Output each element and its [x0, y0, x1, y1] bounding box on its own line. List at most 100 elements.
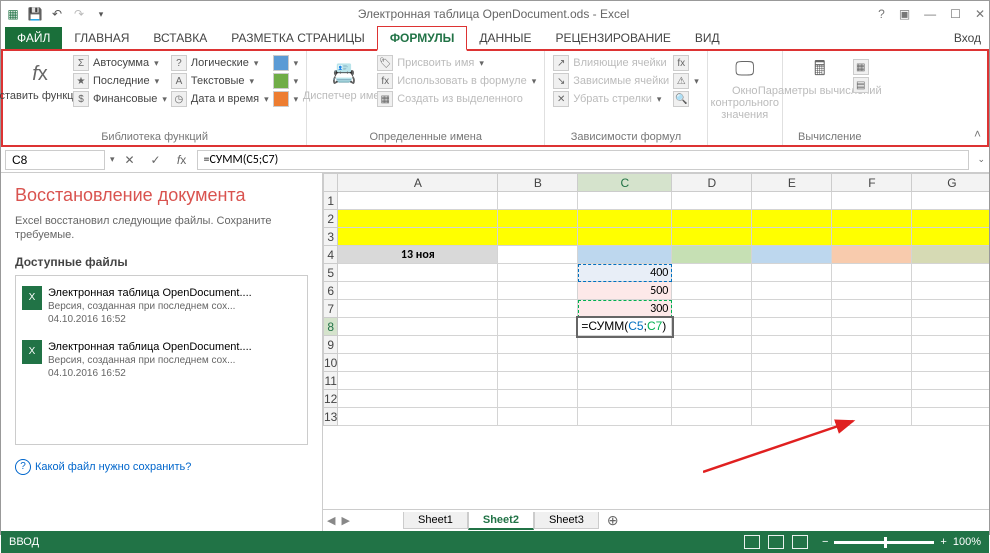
create-from-selection-button: ▦Создать из выделенного: [377, 91, 536, 107]
row-header[interactable]: 10: [324, 354, 338, 372]
minimize-icon[interactable]: —: [924, 7, 936, 21]
help-icon[interactable]: ?: [878, 7, 885, 21]
use-in-formula-button: fxИспользовать в формуле▾: [377, 73, 536, 89]
ribbon-options-icon[interactable]: ▣: [899, 7, 910, 21]
row-header[interactable]: 7: [324, 300, 338, 318]
cell-mode: ВВОД: [9, 536, 39, 548]
tab-data[interactable]: ДАННЫЕ: [467, 27, 543, 49]
datetime-button[interactable]: ◷Дата и время▾: [171, 91, 269, 107]
row-header[interactable]: 8: [324, 318, 338, 336]
sheet-tab[interactable]: Sheet1: [403, 512, 468, 529]
cell-c6[interactable]: 500: [578, 282, 672, 300]
logical-icon: ?: [171, 55, 187, 71]
row-header[interactable]: 4: [324, 246, 338, 264]
clock-icon: ◷: [171, 91, 187, 107]
col-header-e[interactable]: E: [752, 174, 832, 192]
save-icon[interactable]: 💾: [27, 6, 43, 22]
chevron-down-icon: ▾: [294, 58, 299, 69]
cell-a4[interactable]: 13 ноя: [338, 246, 498, 264]
recent-button[interactable]: ★Последние▾: [73, 73, 167, 89]
window-controls: ? ▣ — ☐ ✕: [878, 7, 985, 21]
col-header-c[interactable]: C: [578, 174, 672, 192]
zoom-out-icon[interactable]: −: [822, 536, 828, 548]
name-box[interactable]: C8: [5, 150, 105, 170]
chevron-down-icon: ▾: [155, 76, 160, 87]
zoom-level[interactable]: 100%: [953, 536, 981, 548]
col-header-d[interactable]: D: [672, 174, 752, 192]
grid[interactable]: A B C D E F G 1 2 3 413 ноя 5 400 6 500 7 3…: [323, 173, 989, 509]
chevron-down-icon: ▾: [264, 94, 269, 105]
collapse-ribbon-icon[interactable]: ˄: [974, 127, 981, 141]
col-header-f[interactable]: F: [832, 174, 912, 192]
text-button[interactable]: AТекстовые▾: [171, 73, 269, 89]
insert-function-button[interactable]: fx Вставить функцию: [11, 60, 69, 102]
math-icon: [273, 73, 289, 89]
watch-icon: 🖵: [731, 55, 759, 83]
financial-icon: $: [73, 91, 89, 107]
recovery-file-list: X Электронная таблица OpenDocument.... В…: [15, 275, 308, 445]
expand-formula-bar-icon[interactable]: ⌄: [977, 154, 985, 165]
tab-insert[interactable]: ВСТАВКА: [141, 27, 219, 49]
zoom-slider[interactable]: − + 100%: [822, 536, 981, 548]
cancel-button[interactable]: ✕: [119, 153, 141, 167]
namebox-dropdown-icon[interactable]: ▾: [110, 154, 115, 165]
select-all-corner[interactable]: [324, 174, 338, 192]
show-formulas-button: fx: [673, 55, 699, 71]
cell-c5[interactable]: 400: [578, 264, 672, 282]
chevron-down-icon: ▾: [154, 58, 159, 69]
formula-input[interactable]: =СУММ(C5;C7): [197, 150, 970, 170]
normal-view-icon[interactable]: [744, 535, 760, 549]
redo-icon[interactable]: ↷: [71, 6, 87, 22]
financial-button[interactable]: $Финансовые▾: [73, 91, 167, 107]
row-header[interactable]: 3: [324, 228, 338, 246]
row-header[interactable]: 1: [324, 192, 338, 210]
sign-in[interactable]: Вход: [946, 27, 989, 49]
lookup-button[interactable]: ▾: [273, 55, 299, 71]
sheet-nav[interactable]: ◀▶: [327, 514, 350, 527]
tab-home[interactable]: ГЛАВНАЯ: [62, 27, 141, 49]
enter-button[interactable]: ✓: [145, 153, 167, 167]
more-functions-button[interactable]: ▾: [273, 91, 299, 107]
col-header-g[interactable]: G: [912, 174, 989, 192]
recovery-file-item[interactable]: X Электронная таблица OpenDocument.... В…: [20, 282, 303, 336]
group-label: Определенные имена: [315, 129, 536, 143]
tab-review[interactable]: РЕЦЕНЗИРОВАНИЕ: [544, 27, 683, 49]
autosum-button[interactable]: ΣАвтосумма▾: [73, 55, 167, 71]
page-break-view-icon[interactable]: [792, 535, 808, 549]
tab-file[interactable]: ФАЙЛ: [5, 27, 62, 49]
tab-view[interactable]: ВИД: [683, 27, 732, 49]
row-header[interactable]: 12: [324, 390, 338, 408]
row-header[interactable]: 9: [324, 336, 338, 354]
cell-c7[interactable]: 300: [578, 300, 672, 318]
sheet-tab[interactable]: Sheet2: [468, 512, 534, 530]
chevron-down-icon: ▾: [249, 76, 254, 87]
group-label: Зависимости формул: [553, 129, 698, 143]
row-header[interactable]: 6: [324, 282, 338, 300]
math-button[interactable]: ▾: [273, 73, 299, 89]
sheet-tab[interactable]: Sheet3: [534, 512, 599, 529]
recovery-description: Excel восстановил следующие файлы. Сохра…: [15, 214, 308, 243]
undo-icon[interactable]: ↶: [49, 6, 65, 22]
next-sheet-icon[interactable]: ▶: [341, 514, 349, 527]
zoom-in-icon[interactable]: +: [940, 536, 946, 548]
row-header[interactable]: 5: [324, 264, 338, 282]
logical-button[interactable]: ?Логические▾: [171, 55, 269, 71]
row-header[interactable]: 13: [324, 408, 338, 426]
fx-button[interactable]: fx: [171, 153, 193, 167]
maximize-icon[interactable]: ☐: [950, 7, 961, 21]
tab-formulas[interactable]: ФОРМУЛЫ: [377, 26, 468, 51]
recovery-file-item[interactable]: X Электронная таблица OpenDocument.... В…: [20, 336, 303, 390]
recovery-help-link[interactable]: Какой файл нужно сохранить?: [15, 459, 308, 475]
col-header-a[interactable]: A: [338, 174, 498, 192]
close-icon[interactable]: ✕: [975, 7, 985, 21]
col-header-b[interactable]: B: [498, 174, 578, 192]
row-header[interactable]: 2: [324, 210, 338, 228]
row-header[interactable]: 11: [324, 372, 338, 390]
qat-customize-icon[interactable]: ▾: [93, 6, 109, 22]
new-sheet-button[interactable]: ⊕: [599, 512, 627, 529]
page-layout-view-icon[interactable]: [768, 535, 784, 549]
tab-page-layout[interactable]: РАЗМЕТКА СТРАНИЦЫ: [219, 27, 377, 49]
prev-sheet-icon[interactable]: ◀: [327, 514, 335, 527]
chevron-down-icon: ▾: [294, 94, 299, 105]
cell-c8-editing[interactable]: =СУММ(C5;C7): [578, 318, 672, 336]
